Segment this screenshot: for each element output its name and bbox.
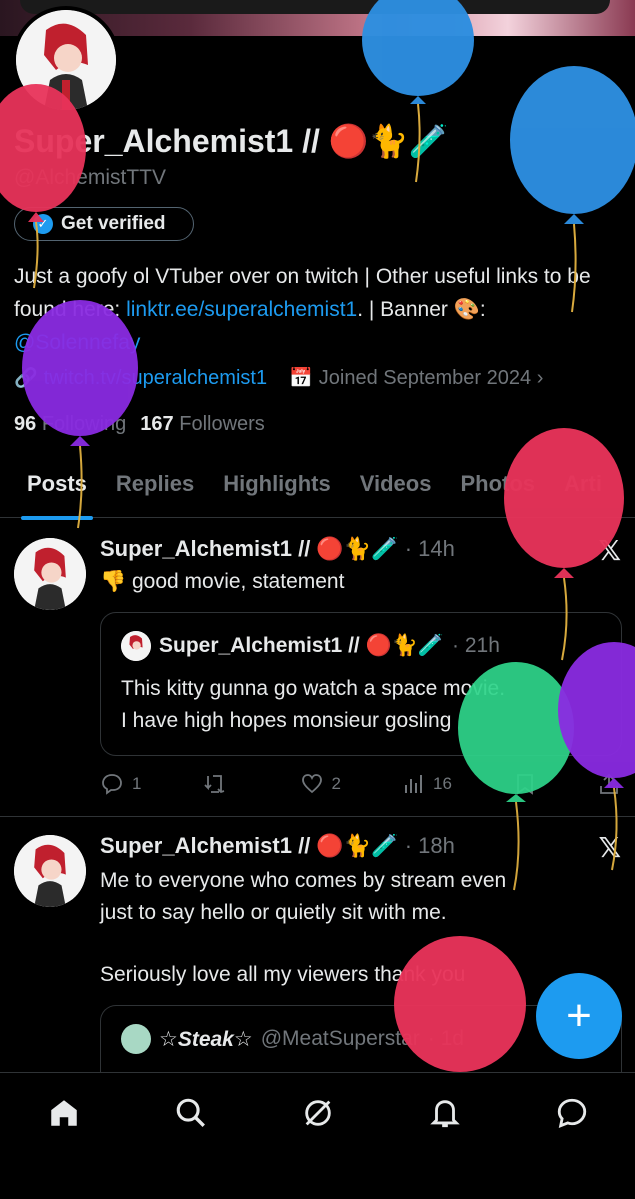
reply-count: 1: [132, 774, 142, 793]
post-author[interactable]: Super_Alchemist1 // 🔴🐈🧪: [100, 833, 399, 858]
share-icon: [600, 773, 618, 794]
nav-notifications[interactable]: [425, 1093, 465, 1133]
tab-replies[interactable]: Replies: [116, 462, 194, 517]
followers-stat[interactable]: 167 Followers: [140, 413, 265, 436]
home-icon: [50, 1100, 77, 1126]
tab-posts[interactable]: Posts: [21, 462, 93, 520]
bio-text-mid: . | Banner 🎨:: [357, 298, 486, 321]
post-text-line: Seriously love all my viewers thank you: [100, 963, 466, 986]
post-actions: 1 2 16: [100, 772, 620, 796]
quoted-post[interactable]: Super_Alchemist1 // 🔴🐈🧪 · 21h This kitty…: [100, 612, 622, 756]
views-icon: [404, 775, 422, 793]
post-text-line: Me to everyone who comes by stream even: [100, 869, 507, 892]
views-count: 16: [432, 774, 452, 793]
quote-author: ☆Steak☆: [159, 1027, 253, 1051]
nav-grok[interactable]: [298, 1093, 338, 1133]
avatar[interactable]: [14, 538, 86, 610]
quote-handle: @MeatSuperstar: [260, 1027, 420, 1050]
banner-top-bar: [20, 0, 610, 14]
profile-tabs: Posts Replies Highlights Videos Photos A…: [0, 462, 635, 520]
post-1[interactable]: Super_Alchemist1 // 🔴🐈🧪 · 14h 𝕏 👎 good m…: [0, 520, 635, 816]
verified-check-icon: ✓: [33, 214, 53, 234]
messages-icon: [557, 1098, 586, 1129]
post-text: Me to everyone who comes by stream even …: [100, 865, 600, 991]
quote-header: ☆Steak☆ @MeatSuperstar · 1d: [121, 1024, 464, 1054]
x-logo-icon: 𝕏: [598, 535, 621, 566]
quote-text: This kitty gunna go watch a space movie.…: [121, 673, 505, 737]
views-button[interactable]: 16: [403, 772, 452, 796]
like-button[interactable]: 2: [300, 772, 341, 796]
profile-bio: Just a goofy ol VTuber over on twitch | …: [14, 260, 614, 359]
chevron-right-icon: ›: [536, 367, 544, 389]
profile-handle: @AlchemistTTV: [14, 166, 167, 189]
profile-display-name: Super_Alchemist1 // 🔴🐈🧪: [14, 123, 449, 159]
post-header: Super_Alchemist1 // 🔴🐈🧪 · 14h: [100, 536, 455, 562]
post-text-line: just to say hello or quietly sit with me…: [100, 901, 447, 924]
repost-button[interactable]: [203, 772, 237, 796]
joined-label: Joined September 2024: [318, 367, 532, 389]
followers-label: Followers: [179, 413, 265, 435]
post-header: Super_Alchemist1 // 🔴🐈🧪 · 18h: [100, 833, 455, 859]
compose-button[interactable]: +: [536, 973, 622, 1059]
post-time[interactable]: · 18h: [405, 833, 455, 858]
reply-button[interactable]: 1: [100, 772, 141, 796]
grok-icon: [304, 1100, 331, 1126]
heart-icon: [301, 774, 322, 794]
share-button[interactable]: [598, 772, 620, 796]
get-verified-button[interactable]: ✓ Get verified: [14, 207, 194, 241]
quote-header: Super_Alchemist1 // 🔴🐈🧪 · 21h: [121, 631, 500, 661]
get-verified-label: Get verified: [61, 213, 166, 234]
post-author[interactable]: Super_Alchemist1 // 🔴🐈🧪: [100, 536, 399, 561]
quote-time: · 21h: [452, 634, 500, 657]
tab-articles[interactable]: Arti: [564, 462, 602, 517]
following-label: Following: [41, 413, 127, 435]
quote-author: Super_Alchemist1 // 🔴🐈🧪: [159, 634, 445, 657]
quote-text-line: This kitty gunna go watch a space movie.: [121, 677, 506, 700]
profile-meta: 🔗 twitch.tv/superalchemist1 📅 Joined Septe…: [14, 366, 543, 390]
post-time[interactable]: · 14h: [405, 536, 455, 561]
nav-home[interactable]: [44, 1093, 84, 1133]
website-item[interactable]: 🔗 twitch.tv/superalchemist1: [14, 366, 267, 390]
profile-avatar[interactable]: [12, 6, 120, 114]
follow-stats: 96 Following 167 Followers: [14, 413, 265, 436]
link-icon: 🔗: [14, 368, 38, 389]
website-link[interactable]: twitch.tv/superalchemist1: [44, 367, 267, 389]
joined-item[interactable]: 📅 Joined September 2024 ›: [289, 366, 543, 390]
bio-mention[interactable]: @Solennefay: [14, 331, 140, 354]
avatar: [121, 631, 151, 661]
following-count: 96: [14, 413, 37, 435]
bio-link[interactable]: linktr.ee/superalchemist1: [126, 298, 357, 321]
reply-icon: [102, 774, 122, 795]
following-stat[interactable]: 96 Following: [14, 413, 126, 436]
nav-messages[interactable]: [552, 1093, 592, 1133]
plus-icon: +: [566, 991, 592, 1040]
nav-search[interactable]: [171, 1093, 211, 1133]
tab-videos[interactable]: Videos: [360, 462, 432, 517]
followers-count: 167: [140, 413, 174, 435]
tab-highlights[interactable]: Highlights: [223, 462, 331, 517]
avatar: [121, 1024, 151, 1054]
tab-photos[interactable]: Photos: [460, 462, 535, 517]
bell-icon: [429, 1100, 460, 1128]
bottom-navigation: [0, 1072, 635, 1199]
avatar[interactable]: [14, 835, 86, 907]
bookmark-icon: [517, 774, 533, 795]
search-icon: [176, 1098, 205, 1127]
repost-icon: [204, 775, 225, 794]
bookmark-button[interactable]: [514, 772, 536, 796]
quote-time: · 1d: [427, 1027, 464, 1050]
post-text: 👎 good movie, statement: [100, 570, 345, 593]
like-count: 2: [331, 774, 341, 793]
quote-text-line: I have high hopes monsieur gosling: [121, 709, 452, 732]
calendar-icon: 📅: [289, 368, 313, 389]
x-logo-icon: 𝕏: [598, 832, 621, 863]
